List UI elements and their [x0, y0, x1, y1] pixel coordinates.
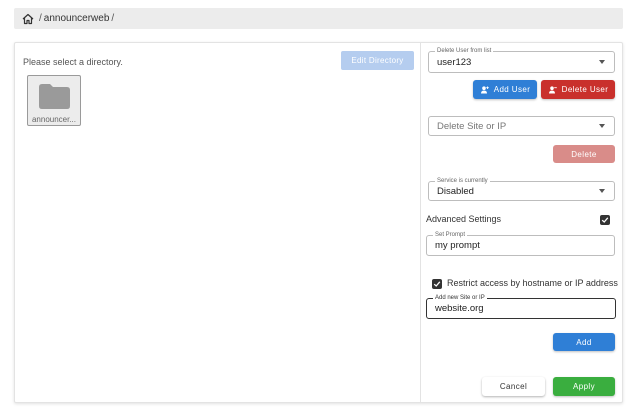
- add-user-label: Add User: [493, 85, 531, 94]
- delete-site-select[interactable]: Delete Site or IP: [428, 116, 615, 136]
- service-status-value: Disabled: [437, 185, 474, 197]
- new-site-input[interactable]: Add new Site or IP website.org: [426, 294, 616, 319]
- restrict-access-label: Restrict access by hostname or IP addres…: [447, 278, 618, 288]
- edit-directory-button[interactable]: Edit Directory: [341, 51, 414, 70]
- delete-site-placeholder: Delete Site or IP: [437, 120, 507, 132]
- directory-hint: Please select a directory.: [23, 57, 123, 67]
- main-panel: Please select a directory. Edit Director…: [14, 42, 623, 403]
- remove-user-icon: [548, 85, 557, 94]
- cancel-button[interactable]: Cancel: [482, 377, 545, 396]
- restrict-access-checkbox[interactable]: [432, 279, 442, 289]
- apply-button[interactable]: Apply: [553, 377, 615, 396]
- breadcrumb: / announcerweb /: [14, 8, 623, 29]
- new-site-value: website.org: [435, 303, 484, 314]
- breadcrumb-item-path[interactable]: announcerweb: [44, 13, 110, 24]
- checkmark-icon: [601, 217, 609, 223]
- checkmark-icon: [433, 281, 441, 287]
- service-status-select[interactable]: Service is currently Disabled: [428, 177, 615, 201]
- advanced-settings-checkbox[interactable]: [600, 215, 610, 225]
- chevron-down-icon: [599, 60, 605, 64]
- prompt-field[interactable]: Set Prompt my prompt: [426, 231, 615, 256]
- chevron-down-icon: [599, 189, 605, 193]
- breadcrumb-separator: /: [111, 13, 115, 24]
- delete-user-button[interactable]: Delete User: [541, 80, 615, 99]
- advanced-settings-label: Advanced Settings: [426, 214, 502, 224]
- prompt-value: my prompt: [435, 240, 480, 251]
- delete-user-value: user123: [437, 56, 472, 68]
- delete-user-select[interactable]: Delete User from list user123: [428, 47, 615, 73]
- add-site-button[interactable]: Add: [553, 333, 615, 351]
- folder-icon: [39, 84, 70, 114]
- delete-site-button[interactable]: Delete: [553, 145, 615, 163]
- add-user-icon: [480, 85, 489, 94]
- panel-divider: [420, 43, 421, 402]
- home-icon[interactable]: [22, 13, 34, 25]
- add-user-button[interactable]: Add User: [473, 80, 537, 99]
- breadcrumb-separator: /: [39, 13, 42, 24]
- folder-tile[interactable]: announcer...: [27, 75, 81, 126]
- chevron-down-icon: [599, 124, 605, 128]
- folder-name: announcer...: [31, 115, 77, 124]
- delete-user-label: Delete User: [561, 85, 609, 94]
